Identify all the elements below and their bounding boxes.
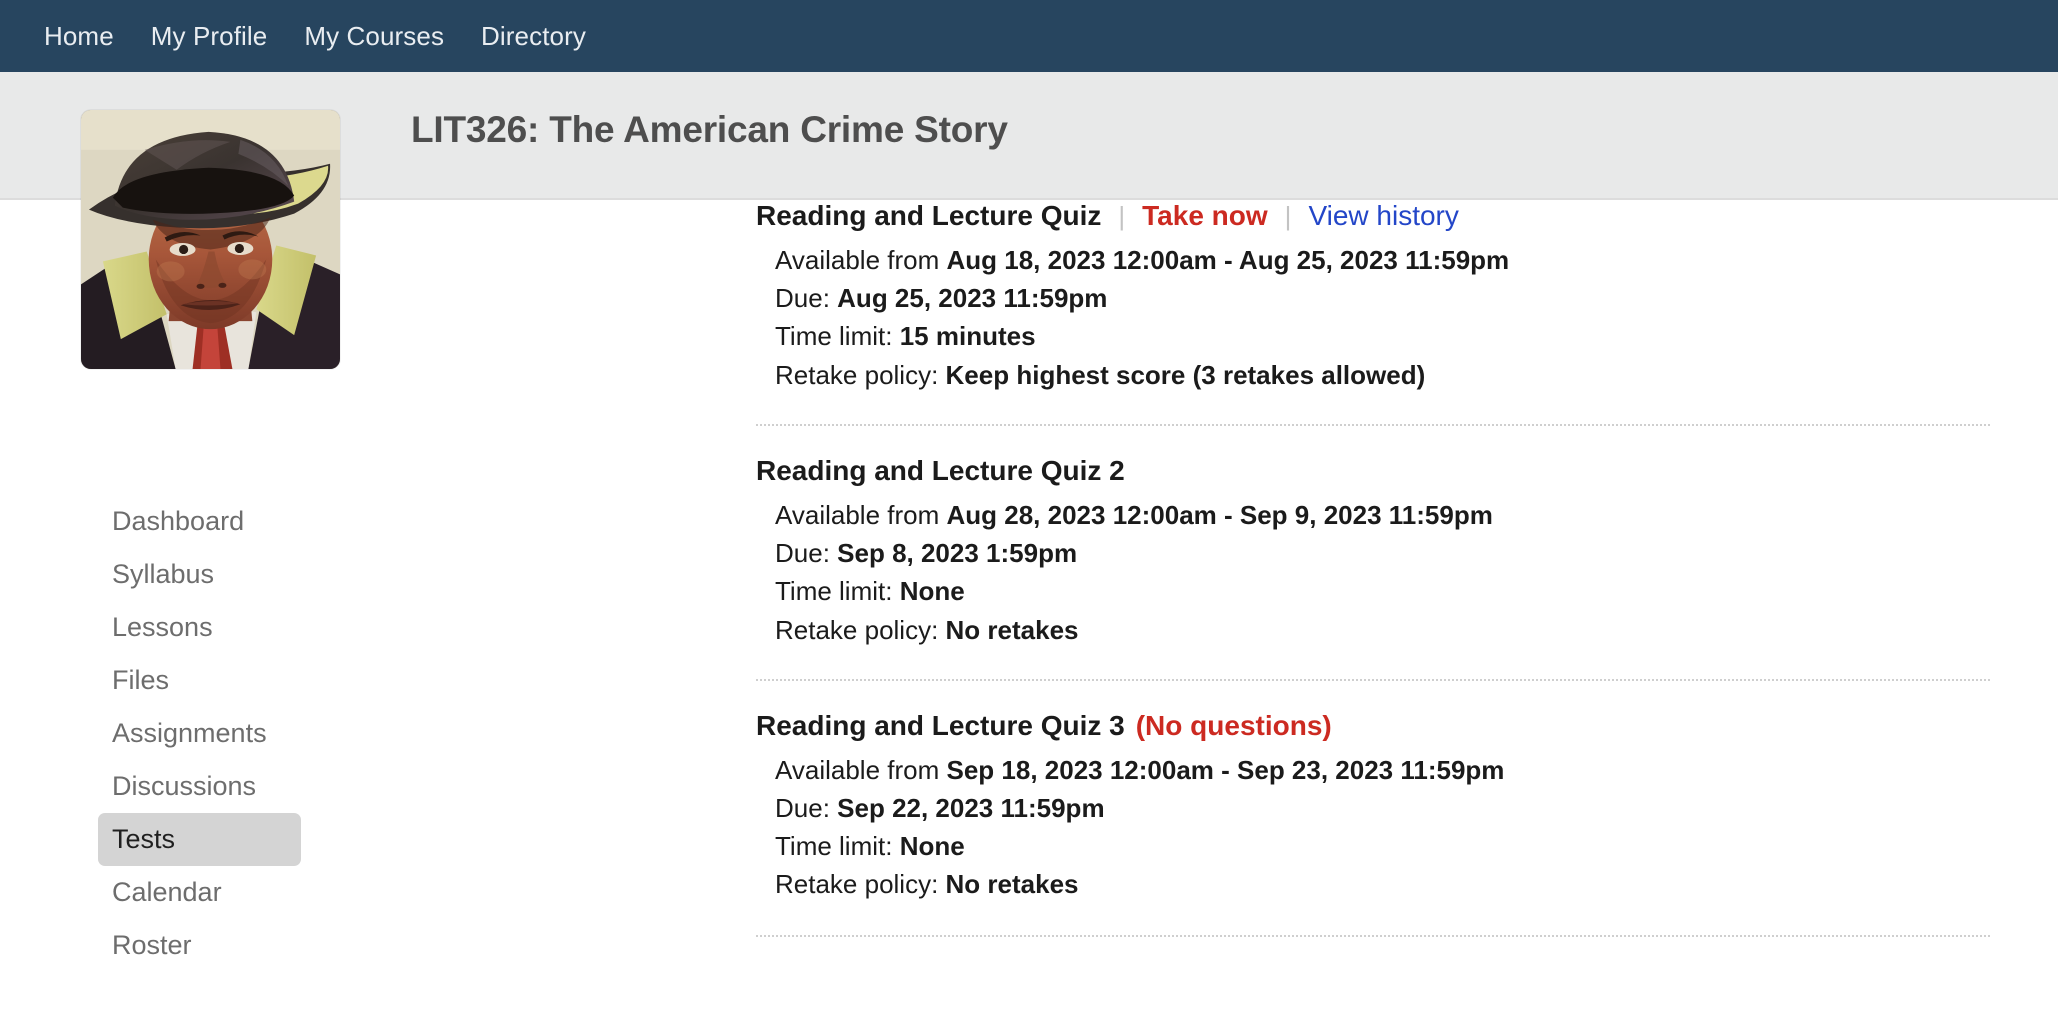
field-label: Available from: [775, 499, 947, 530]
time-limit-value: None: [899, 831, 965, 862]
retake-policy-value: No retakes: [945, 614, 1079, 645]
sidebar-item-lessons[interactable]: Lessons: [98, 601, 301, 654]
due-value: Sep 8, 2023 1:59pm: [837, 538, 1078, 569]
field-label: Time limit:: [775, 321, 900, 352]
field-label: Available from: [775, 245, 947, 275]
available-from-row: Available from Aug 28, 2023 12:00am - Se…: [775, 496, 2058, 534]
link-separator: |: [1284, 201, 1292, 231]
nav-directory[interactable]: Directory: [481, 21, 586, 52]
sidebar-item-calendar[interactable]: Calendar: [98, 866, 301, 919]
quiz-item: Reading and Lecture Quiz 2 Available from…: [345, 455, 2058, 649]
page-title: LIT326: The American Crime Story: [411, 109, 1008, 150]
take-now-link[interactable]: Take now: [1142, 200, 1268, 232]
top-navigation-bar: Home My Profile My Courses Directory: [0, 0, 2058, 72]
quiz-title: Reading and Lecture Quiz: [756, 200, 1102, 231]
quiz-item: Reading and Lecture Quiz 3 (No questions)…: [345, 710, 2058, 904]
field-label: Retake policy:: [775, 869, 946, 900]
retake-policy-row: Retake policy: No retakes: [775, 611, 2058, 649]
link-separator: |: [1118, 201, 1126, 231]
sidebar-item-dashboard[interactable]: Dashboard: [98, 495, 301, 548]
sidebar-nav-list: Dashboard Syllabus Lessons Files Assignm…: [0, 495, 345, 972]
course-thumbnail[interactable]: [81, 110, 340, 369]
available-from-row: Available from Aug 18, 2023 12:00am - Au…: [775, 241, 2058, 279]
field-label: Due:: [775, 792, 838, 823]
due-row: Due: Aug 25, 2023 11:59pm: [775, 279, 2058, 317]
field-label: Available from: [775, 754, 947, 785]
quiz-header-row: Reading and Lecture Quiz 2: [756, 455, 2058, 487]
available-from-value: Sep 18, 2023 12:00am - Sep 23, 2023 11:5…: [946, 754, 1505, 785]
available-from-row: Available from Sep 18, 2023 12:00am - Se…: [775, 751, 2058, 789]
retake-policy-value: No retakes: [945, 869, 1079, 900]
time-limit-row: Time limit: None: [775, 572, 2058, 610]
tests-list: Reading and Lecture Quiz | Take now | View h…: [345, 200, 2058, 966]
quiz-header-row: Reading and Lecture Quiz | Take now | View h…: [756, 200, 2058, 232]
no-questions-badge: (No questions): [1135, 709, 1332, 741]
retake-policy-row: Retake policy: Keep highest score (3 ret…: [775, 356, 2058, 394]
field-label: Retake policy:: [775, 614, 946, 645]
retake-policy-row: Retake policy: No retakes: [775, 865, 2058, 903]
field-label: Time limit:: [775, 576, 900, 607]
sidebar-item-assignments[interactable]: Assignments: [98, 707, 301, 760]
sidebar-item-tests[interactable]: Tests: [98, 813, 301, 867]
due-row: Due: Sep 22, 2023 11:59pm: [775, 789, 2058, 827]
due-value: Aug 25, 2023 11:59pm: [837, 283, 1108, 314]
field-label: Due:: [775, 538, 838, 569]
available-from-value: Aug 28, 2023 12:00am - Sep 9, 2023 11:59…: [946, 499, 1493, 530]
quiz-item: Reading and Lecture Quiz | Take now | View h…: [345, 200, 2058, 394]
due-row: Due: Sep 8, 2023 1:59pm: [775, 534, 2058, 572]
quiz-divider: [756, 423, 1990, 426]
field-label: Time limit:: [775, 831, 900, 862]
nav-home[interactable]: Home: [44, 21, 114, 52]
field-label: Retake policy:: [775, 359, 946, 390]
quiz-title: Reading and Lecture Quiz 3: [756, 709, 1125, 741]
due-value: Sep 22, 2023 11:59pm: [837, 792, 1105, 823]
time-limit-row: Time limit: None: [775, 827, 2058, 865]
nav-my-courses[interactable]: My Courses: [304, 21, 444, 52]
time-limit-value: 15 minutes: [899, 321, 1036, 352]
quiz-header-row: Reading and Lecture Quiz 3 (No questions): [756, 710, 2058, 742]
sidebar-item-roster[interactable]: Roster: [98, 919, 301, 972]
quiz-divider: [756, 678, 1990, 681]
detective-illustration-icon: [81, 110, 340, 369]
available-from-value: Aug 18, 2023 12:00am - Aug 25, 2023 11:5…: [946, 245, 1510, 275]
time-limit-row: Time limit: 15 minutes: [775, 317, 2058, 355]
view-history-link[interactable]: View history: [1308, 200, 1458, 232]
nav-my-profile[interactable]: My Profile: [151, 21, 268, 52]
quiz-title: Reading and Lecture Quiz 2: [756, 454, 1125, 486]
time-limit-value: None: [899, 576, 965, 607]
sidebar-item-syllabus[interactable]: Syllabus: [98, 548, 301, 601]
field-label: Due:: [775, 283, 838, 314]
sidebar-item-discussions[interactable]: Discussions: [98, 760, 301, 813]
retake-policy-value: Keep highest score (3 retakes allowed): [945, 359, 1426, 390]
quiz-divider: [756, 934, 1990, 937]
sidebar-item-files[interactable]: Files: [98, 654, 301, 707]
